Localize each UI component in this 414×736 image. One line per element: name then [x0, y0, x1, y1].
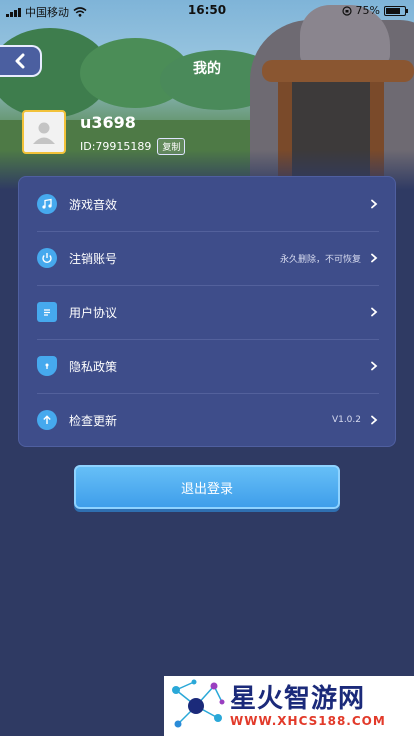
watermark-url: WWW.XHCS188.COM [230, 714, 386, 728]
network-logo-icon [172, 679, 225, 728]
watermark-title: 星火智游网 [230, 684, 366, 714]
chevron-right-icon [371, 199, 378, 209]
username: u3698 [80, 113, 136, 132]
status-bar: 中国移动 16:50 75% [0, 0, 414, 22]
menu-item-value: 永久删除，不可恢复 [279, 254, 361, 265]
header-background-scene [0, 0, 414, 190]
battery-icon [384, 5, 408, 16]
user-id: ID:79915189 [80, 140, 152, 153]
menu-item-check-update[interactable]: 检查更新 V1.0.2 [19, 393, 397, 447]
watermark-text: 星火智游网 WWW.XHCS188.COM [230, 684, 386, 728]
menu-item-label: 检查更新 [69, 413, 118, 428]
document-icon [37, 302, 57, 322]
menu-item-label: 游戏音效 [69, 197, 118, 212]
menu-item-sound-effects[interactable]: 游戏音效 [19, 177, 397, 231]
page-title: 我的 [193, 61, 221, 77]
music-note-icon [37, 194, 57, 214]
menu-item-label: 用户协议 [69, 305, 118, 320]
arrow-up-icon [37, 410, 57, 430]
chevron-right-icon [371, 307, 378, 317]
watermark: 星火智游网 WWW.XHCS188.COM [164, 676, 414, 736]
menu-item-label: 注销账号 [69, 251, 118, 266]
power-icon [37, 248, 57, 268]
rotation-lock-icon [341, 5, 352, 16]
user-id-row: ID:79915189 复制 [80, 138, 186, 155]
chevron-right-icon [371, 253, 378, 263]
battery-percent: 75% [355, 4, 380, 17]
menu-item-privacy-policy[interactable]: 隐私政策 [19, 339, 397, 393]
chevron-right-icon [371, 361, 378, 371]
status-right: 75% [341, 4, 408, 17]
menu-item-label: 隐私政策 [69, 359, 118, 374]
menu-item-delete-account[interactable]: 注销账号 永久删除，不可恢复 [19, 231, 397, 285]
menu-item-user-agreement[interactable]: 用户协议 [19, 285, 397, 339]
menu-item-value: V1.0.2 [331, 415, 361, 425]
avatar[interactable] [22, 110, 66, 154]
chevron-right-icon [371, 415, 378, 425]
shield-icon [37, 356, 57, 376]
default-avatar-icon [33, 122, 55, 144]
logout-button[interactable]: 退出登录 [74, 465, 340, 509]
settings-menu: 游戏音效 注销账号 永久删除，不可恢复 用户协议 隐私政策 检查更新 V1.0.… [18, 176, 396, 447]
copy-id-button[interactable]: 复制 [157, 138, 186, 155]
